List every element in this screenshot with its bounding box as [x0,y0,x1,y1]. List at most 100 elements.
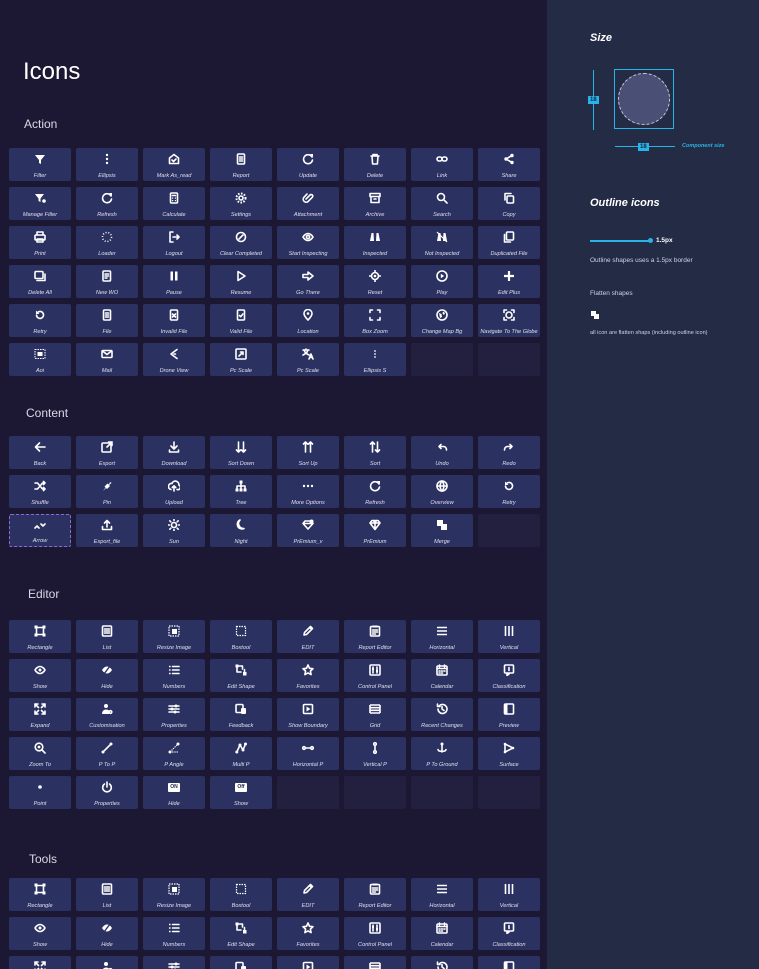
icon-tile-play[interactable]: Play [411,265,473,298]
icon-tile-reset[interactable]: Reset [344,265,406,298]
icon-tile-report[interactable]: Report [210,148,272,181]
icon-tile-retry[interactable]: Retry [9,304,71,337]
icon-tile-list[interactable]: List [76,620,138,653]
icon-tile-numbers[interactable]: Numbers [143,659,205,692]
icon-tile-p-to-ground[interactable]: P To Ground [411,737,473,770]
icon-tile-valid-file[interactable]: Valid File [210,304,272,337]
icon-tile-go-there[interactable]: Go There [277,265,339,298]
icon-tile-hide[interactable]: Hide [76,917,138,950]
icon-tile-resize-image[interactable]: Resize Image [143,878,205,911]
icon-tile-edit-shape[interactable]: Edit Shape [210,917,272,950]
icon-tile-premium[interactable]: PrEmium [344,514,406,547]
icon-tile-recent-changes[interactable] [411,956,473,969]
icon-tile-vertical-p[interactable]: Vertical P [344,737,406,770]
icon-tile-sort-up[interactable]: Sort Up [277,436,339,469]
icon-tile-multi-p[interactable]: Multi P [210,737,272,770]
icon-tile-hide[interactable]: Hide [76,659,138,692]
icon-tile-favorites[interactable]: Favorites [277,917,339,950]
icon-tile-feedback[interactable] [210,956,272,969]
icon-tile-print[interactable]: Print [9,226,71,259]
icon-tile-ellipsis[interactable]: Ellipsis [76,148,138,181]
icon-tile-properties[interactable]: Properties [143,698,205,731]
icon-tile-mark-read[interactable]: Mark As_read [143,148,205,181]
icon-tile-resize-image[interactable]: Resize Image [143,620,205,653]
icon-tile-mail[interactable]: Mail [76,343,138,376]
icon-tile-boxtool[interactable]: Boxtool [210,620,272,653]
icon-tile-aoi[interactable]: Aoi [9,343,71,376]
icon-tile-delete[interactable]: Delete [344,148,406,181]
icon-tile-upload[interactable]: Upload [143,475,205,508]
icon-tile-vertical[interactable]: Vertical [478,620,540,653]
icon-tile-refresh[interactable]: Refresh [76,187,138,220]
icon-tile-drone-view[interactable]: Drone View [143,343,205,376]
icon-tile-export-file[interactable]: Export_file [76,514,138,547]
icon-tile-retry[interactable]: Retry [478,475,540,508]
icon-tile-copy[interactable]: Copy [478,187,540,220]
icon-tile-rectangle[interactable]: Rectangle [9,620,71,653]
icon-tile-preview[interactable]: Preview [478,698,540,731]
icon-tile-classification[interactable]: Classification [478,659,540,692]
icon-tile-rectangle[interactable]: Rectangle [9,878,71,911]
icon-tile-classification[interactable]: Classification [478,917,540,950]
icon-tile-download[interactable]: Download [143,436,205,469]
icon-tile-favorites[interactable]: Favorites [277,659,339,692]
icon-tile-zoom-to[interactable]: Zoom To [9,737,71,770]
icon-tile-file[interactable]: File [76,304,138,337]
icon-tile-grid[interactable] [344,956,406,969]
icon-tile-horizontal[interactable]: Horizontal [411,878,473,911]
icon-tile-expand[interactable] [9,956,71,969]
icon-tile-undo[interactable]: Undo [411,436,473,469]
icon-tile-start-inspecting[interactable]: Start Inspecting [277,226,339,259]
icon-tile-edit-plus[interactable]: Edit Plus [478,265,540,298]
icon-tile-calendar[interactable]: Calendar [411,917,473,950]
icon-tile-overview[interactable]: Overview [411,475,473,508]
icon-tile-shuffle[interactable]: Shuffle [9,475,71,508]
icon-tile-edit[interactable]: EDIT [277,620,339,653]
icon-tile-p-to-p[interactable]: P To P [76,737,138,770]
icon-tile-resume[interactable]: Resume [210,265,272,298]
icon-tile-logout[interactable]: Logout [143,226,205,259]
icon-tile-control-panel[interactable]: Control Panel [344,659,406,692]
icon-tile-merge[interactable]: Merge [411,514,473,547]
icon-tile-pc-scale-translate[interactable]: Pc Scale [277,343,339,376]
icon-tile-refresh[interactable]: Refresh [344,475,406,508]
icon-tile-clear-completed[interactable]: Clear Completed [210,226,272,259]
icon-tile-surface[interactable]: Surface [478,737,540,770]
icon-tile-recent-changes[interactable]: Recent Changes [411,698,473,731]
icon-tile-share[interactable]: Share [478,148,540,181]
icon-tile-vertical[interactable]: Vertical [478,878,540,911]
icon-tile-pin[interactable]: Pin [76,475,138,508]
icon-tile-boxtool[interactable]: Boxtool [210,878,272,911]
icon-tile-properties[interactable] [143,956,205,969]
icon-tile-edit-shape[interactable]: Edit Shape [210,659,272,692]
icon-tile-p-angle[interactable]: P Angle [143,737,205,770]
icon-tile-sort-down[interactable]: Sort Down [210,436,272,469]
icon-tile-point[interactable]: Point [9,776,71,809]
icon-tile-show-boundary[interactable]: Show Boundary [277,698,339,731]
icon-tile-feedback[interactable]: Feedback [210,698,272,731]
icon-tile-expand[interactable]: Expand [9,698,71,731]
icon-tile-location[interactable]: Location [277,304,339,337]
icon-tile-report-editor[interactable]: Report Editor [344,878,406,911]
icon-tile-premium-v[interactable]: PrEmium_v [277,514,339,547]
icon-tile-export[interactable]: Export [76,436,138,469]
icon-tile-calendar[interactable]: Calendar [411,659,473,692]
icon-tile-calculate[interactable]: Calculate [143,187,205,220]
icon-tile-new-wo[interactable]: New WO [76,265,138,298]
icon-tile-pc-scale[interactable]: Pc Scale [210,343,272,376]
icon-tile-report-editor[interactable]: Report Editor [344,620,406,653]
icon-tile-preview[interactable] [478,956,540,969]
icon-tile-off-badge[interactable]: Off Show [210,776,272,809]
icon-tile-search[interactable]: Search [411,187,473,220]
icon-tile-filter[interactable]: Filter [9,148,71,181]
icon-tile-edit[interactable]: EDIT [277,878,339,911]
icon-tile-pause[interactable]: Pause [143,265,205,298]
icon-tile-horizontal[interactable]: Horizontal [411,620,473,653]
icon-tile-duplicated-file[interactable]: Duplicated File [478,226,540,259]
icon-tile-inspected[interactable]: Inspected [344,226,406,259]
icon-tile-show-boundary[interactable] [277,956,339,969]
icon-tile-update[interactable]: Update [277,148,339,181]
icon-tile-manage-filter[interactable]: Manage Filter [9,187,71,220]
icon-tile-show[interactable]: Show [9,659,71,692]
icon-tile-on-badge[interactable]: ON Hide [143,776,205,809]
